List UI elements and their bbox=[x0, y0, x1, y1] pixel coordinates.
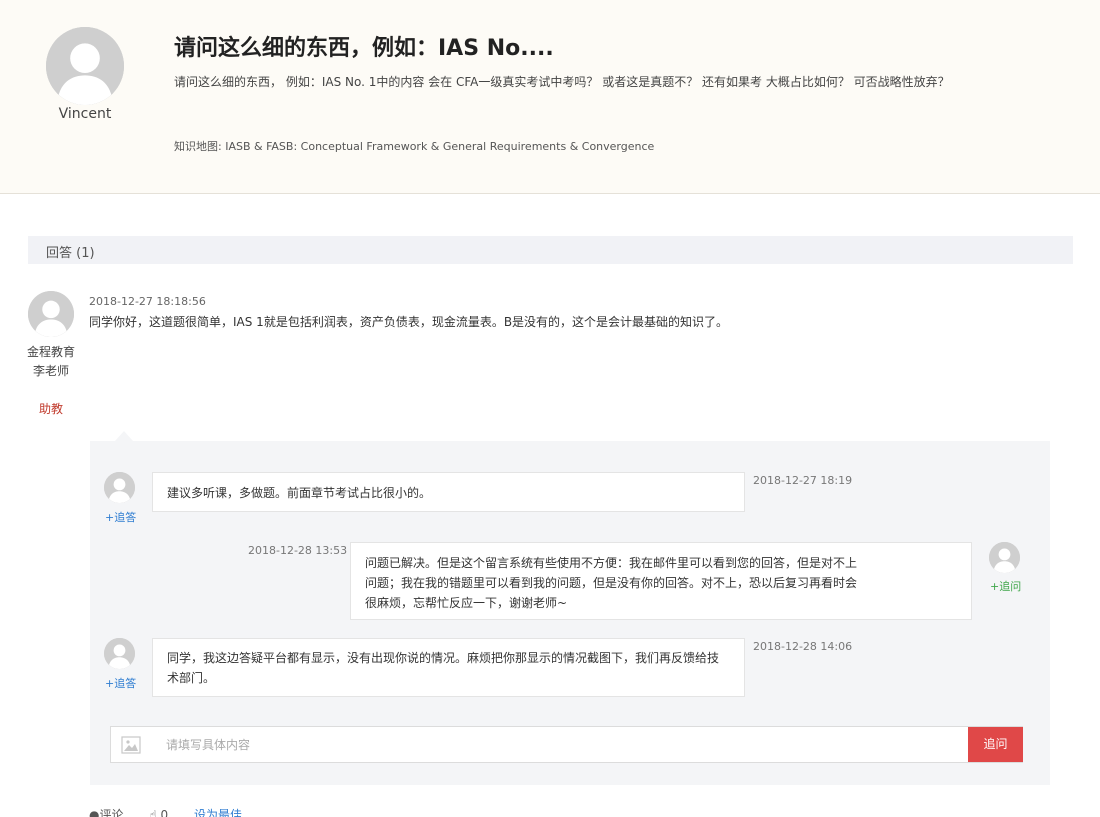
like-action[interactable]: ☝ 0 bbox=[149, 808, 172, 817]
thread-avatar bbox=[104, 638, 135, 669]
follow-answer-link[interactable]: +追答 bbox=[105, 509, 136, 525]
thread-pointer bbox=[115, 431, 133, 441]
thread-message: 问题已解决。但是这个留言系统有些使用不方便：我在邮件里可以看到您的回答，但是对不… bbox=[350, 542, 972, 620]
answer-actions: ●评论 ☝ 0 设为最佳 bbox=[89, 806, 264, 817]
question-header: Vincent 请问这么细的东西，例如：IAS No.... 请问这么细的东西，… bbox=[0, 0, 1100, 194]
question-body: 请问这么细的东西， 例如：IAS No. 1中的内容 会在 CFA一级真实考试中… bbox=[174, 75, 950, 89]
answers-count-bar: 回答 (1) bbox=[28, 236, 1073, 264]
thread-message: 建议多听课，多做题。前面章节考试占比很小的。 bbox=[152, 472, 745, 512]
knowledge-map-link[interactable]: IASB & FASB: Conceptual Framework & Gene… bbox=[225, 140, 654, 153]
thread-message-time: 2018-12-28 14:06 bbox=[753, 640, 853, 653]
submit-followup-button[interactable]: 追问 bbox=[968, 727, 1023, 762]
reply-box bbox=[110, 726, 1023, 763]
knowledge-map: 知识地图: IASB & FASB: Conceptual Framework … bbox=[174, 138, 654, 154]
default-user-avatar-icon bbox=[104, 638, 135, 669]
answers-count-label: 回答 (1) bbox=[46, 246, 95, 261]
thread-message-time: 2018-12-27 18:19 bbox=[753, 474, 853, 487]
answer-text: 同学你好，这道题很简单，IAS 1就是包括利润表，资产负债表，现金流量表。B是没… bbox=[89, 315, 729, 329]
default-user-avatar-icon bbox=[46, 27, 124, 105]
follow-answer-link[interactable]: +追答 bbox=[105, 675, 136, 691]
default-user-avatar-icon bbox=[28, 291, 74, 337]
reply-input[interactable] bbox=[166, 728, 966, 761]
thread-avatar bbox=[104, 472, 135, 503]
asker-name[interactable]: Vincent bbox=[40, 106, 130, 122]
asker-avatar[interactable] bbox=[46, 27, 124, 105]
teacher-avatar[interactable] bbox=[28, 291, 74, 337]
default-user-avatar-icon bbox=[989, 542, 1020, 573]
thread-message-text: 问题已解决。但是这个留言系统有些使用不方便：我在邮件里可以看到您的回答，但是对不… bbox=[365, 556, 858, 610]
set-best-answer-link[interactable]: 设为最佳 bbox=[194, 808, 242, 817]
question-title: 请问这么细的东西，例如：IAS No.... bbox=[174, 36, 554, 61]
knowledge-map-label: 知识地图: bbox=[174, 140, 222, 153]
comment-action[interactable]: ●评论 bbox=[89, 808, 127, 817]
teacher-name[interactable]: 金程教育李老师 bbox=[26, 343, 76, 381]
comment-icon: ● bbox=[89, 808, 100, 817]
default-user-avatar-icon bbox=[104, 472, 135, 503]
thread-message-time: 2018-12-28 13:53 bbox=[248, 544, 348, 557]
answer-timestamp: 2018-12-27 18:18:56 bbox=[89, 295, 206, 308]
thread-message-text: 同学，我这边答疑平台都有显示，没有出现你说的情况。麻烦把你那显示的情况截图下，我… bbox=[167, 651, 720, 685]
follow-question-link[interactable]: +追问 bbox=[990, 578, 1021, 594]
thread-avatar bbox=[989, 542, 1020, 573]
image-upload-icon[interactable] bbox=[121, 736, 141, 754]
thumbs-up-icon: ☝ bbox=[149, 808, 157, 817]
thread-message-text: 建议多听课，多做题。前面章节考试占比很小的。 bbox=[167, 486, 432, 500]
teacher-role-badge: 助教 bbox=[38, 402, 63, 416]
thread-message: 同学，我这边答疑平台都有显示，没有出现你说的情况。麻烦把你那显示的情况截图下，我… bbox=[152, 638, 745, 697]
